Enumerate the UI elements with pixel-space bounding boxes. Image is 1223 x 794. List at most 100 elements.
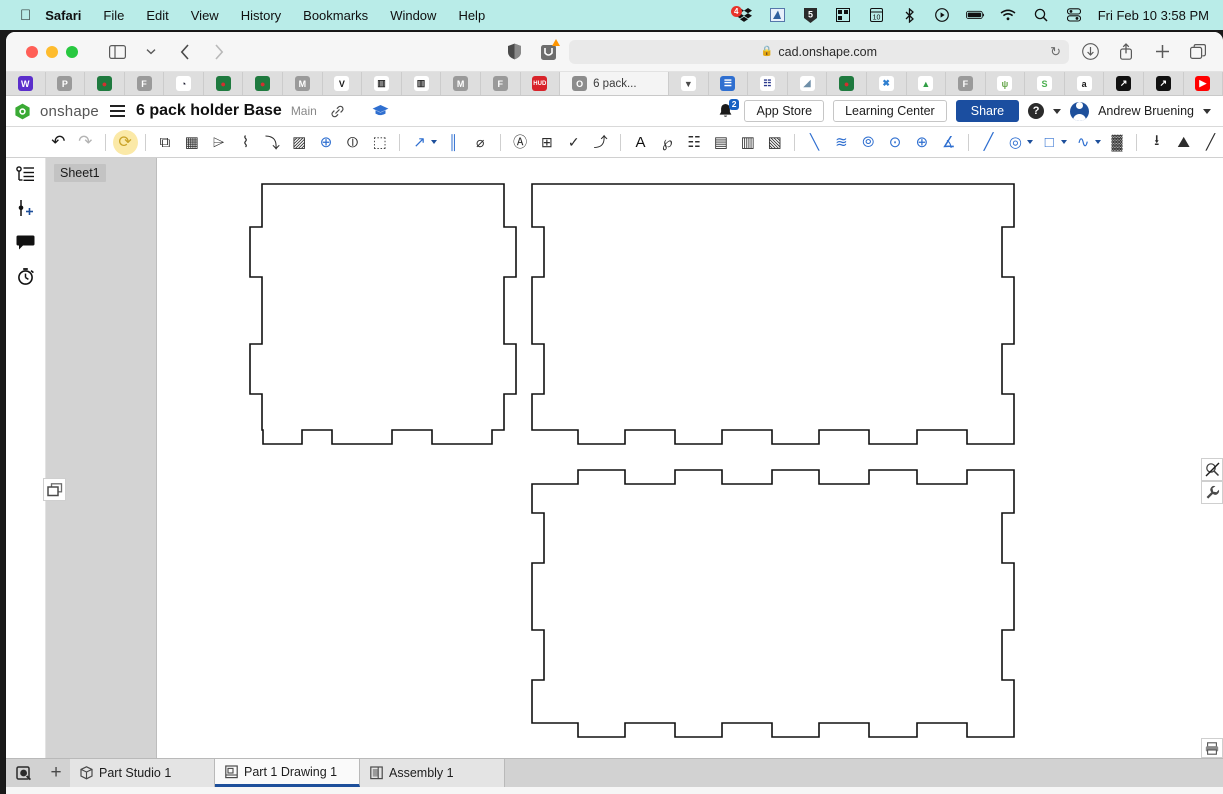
download-icon[interactable] — [1077, 40, 1103, 64]
ordinate-dimension-icon[interactable]: ║ — [441, 130, 466, 155]
menu-item-edit[interactable]: Edit — [146, 8, 168, 23]
weld-symbol-icon[interactable]: ⤴ — [588, 130, 613, 155]
link-icon[interactable] — [330, 104, 345, 119]
help-chevron-down-icon[interactable] — [1053, 108, 1062, 114]
menu-item-view[interactable]: View — [191, 8, 219, 23]
zoom-window-button[interactable] — [66, 45, 78, 58]
hatch-tool-icon[interactable]: ▓ — [1105, 130, 1130, 155]
projected-view-icon[interactable]: ▨ — [287, 130, 312, 155]
minimize-window-button[interactable] — [46, 45, 58, 58]
tab-pinned-1[interactable]: W — [6, 72, 46, 95]
tab-search-icon[interactable] — [6, 759, 42, 787]
drawing-sheet[interactable] — [157, 158, 1221, 758]
tab-pinned-6[interactable]: ● — [204, 72, 244, 95]
hole-table-icon[interactable]: ▧ — [762, 130, 787, 155]
document-tab-1[interactable]: Part Studio 1 — [70, 759, 215, 787]
snap-disabled-icon[interactable] — [1201, 458, 1223, 481]
point-icon[interactable]: ⊕ — [909, 130, 934, 155]
chevron-down-icon[interactable] — [1026, 140, 1033, 144]
app-store-button[interactable]: App Store — [744, 100, 825, 122]
drawing-view-side-panel[interactable] — [531, 183, 1015, 445]
centermark-icon[interactable]: ≋ — [829, 130, 854, 155]
tab-pinned-8[interactable]: M — [283, 72, 323, 95]
tab-pinned-27[interactable]: ↗ — [1144, 72, 1184, 95]
user-avatar[interactable] — [1070, 101, 1090, 121]
share-icon[interactable] — [1113, 40, 1139, 64]
drawing-properties-wrench-icon[interactable] — [1201, 481, 1223, 504]
menu-item-safari[interactable]: Safari — [45, 8, 81, 23]
surface-finish-icon[interactable]: Ⓐ — [508, 130, 533, 155]
share-button[interactable]: Share — [955, 100, 1020, 122]
help-icon[interactable]: ? — [1028, 103, 1045, 119]
battery-icon[interactable] — [965, 7, 985, 24]
tab-pinned-11[interactable]: ▥ — [402, 72, 442, 95]
tab-pinned-12[interactable]: M — [441, 72, 481, 95]
chevron-down-icon[interactable] — [430, 140, 437, 144]
break-out-icon[interactable]: ⬚ — [367, 130, 392, 155]
crop-view-icon[interactable]: ⤵ — [260, 130, 285, 155]
bluetooth-icon[interactable] — [900, 7, 919, 24]
user-name-label[interactable]: Andrew Bruening — [1098, 104, 1194, 118]
calendar-icon[interactable]: 10 — [867, 7, 886, 24]
chevron-down-icon[interactable] — [1094, 140, 1101, 144]
centerline-icon[interactable]: ╲ — [802, 130, 827, 155]
sidebar-toggle-icon[interactable] — [104, 40, 130, 64]
onshape-logo-icon[interactable] — [14, 103, 31, 120]
tab-pinned-4[interactable]: F — [125, 72, 165, 95]
tab-pinned-22[interactable]: F — [946, 72, 986, 95]
menu-item-file[interactable]: File — [103, 8, 124, 23]
chevron-down-icon[interactable] — [1060, 140, 1067, 144]
note-icon[interactable]: A — [628, 130, 653, 155]
revision-table-icon[interactable]: ▥ — [735, 130, 760, 155]
format-painter-icon[interactable]: ╱ — [1198, 130, 1223, 155]
tab-pinned-13[interactable]: F — [481, 72, 521, 95]
menu-item-window[interactable]: Window — [390, 8, 436, 23]
spotlight-search-icon[interactable] — [1032, 7, 1051, 24]
update-views-icon[interactable]: ⟳ — [112, 129, 138, 155]
tab-pinned-28[interactable]: ▶ — [1184, 72, 1223, 95]
back-arrow-icon[interactable] — [172, 40, 198, 64]
ublock-extension-icon[interactable] — [535, 38, 561, 64]
tab-pinned-26[interactable]: ↗ — [1104, 72, 1144, 95]
undo-icon[interactable]: ↶ — [46, 130, 71, 155]
broken-view-icon[interactable]: ⌇ — [233, 130, 258, 155]
tab-pinned-25[interactable]: a — [1065, 72, 1105, 95]
center-of-mass-icon[interactable]: ⊙ — [883, 130, 908, 155]
apple-menu-icon[interactable]:  — [20, 8, 31, 23]
wifi-icon[interactable] — [999, 7, 1018, 24]
document-tab-2[interactable]: Part 1 Drawing 1 — [215, 759, 360, 787]
forward-arrow-icon[interactable] — [206, 40, 232, 64]
history-icon[interactable] — [14, 264, 38, 288]
new-tab-plus-icon[interactable] — [1149, 40, 1175, 64]
sidebar-chevron-down-icon[interactable] — [138, 40, 164, 64]
dimension-icon[interactable]: ↗ — [407, 130, 432, 155]
redo-icon[interactable]: ↷ — [73, 130, 98, 155]
section-view-icon[interactable]: ▦ — [179, 130, 204, 155]
rectangle-tool-icon[interactable]: □ — [1037, 130, 1062, 155]
drawing-view-bottom-panel[interactable] — [531, 469, 1015, 738]
add-tab-icon[interactable]: + — [42, 759, 70, 787]
bend-line-icon[interactable]: ⦾ — [856, 130, 881, 155]
balloon-icon[interactable]: ℘ — [655, 130, 680, 155]
tab-pinned-10[interactable]: ▥ — [362, 72, 402, 95]
tab-overview-icon[interactable] — [1185, 40, 1211, 64]
tab-pinned-14[interactable]: HUD — [521, 72, 561, 95]
feature-control-frame-icon[interactable]: ⊞ — [535, 130, 560, 155]
dropbox-icon[interactable]: 4 — [730, 5, 754, 24]
menu-item-help[interactable]: Help — [458, 8, 485, 23]
learning-center-button[interactable]: Learning Center — [833, 100, 947, 122]
close-window-button[interactable] — [26, 45, 38, 58]
tab-pinned-16[interactable]: ☰ — [709, 72, 749, 95]
user-chevron-down-icon[interactable] — [1203, 108, 1211, 114]
tab-pinned-21[interactable]: ▲ — [907, 72, 947, 95]
reload-icon[interactable]: ↻ — [1050, 44, 1061, 60]
kite-icon[interactable] — [768, 7, 787, 24]
comments-icon[interactable] — [14, 230, 38, 254]
datum-icon[interactable]: ✓ — [561, 130, 586, 155]
table-icon[interactable]: ☷ — [682, 130, 707, 155]
tab-pinned-15[interactable]: ▼ — [669, 72, 709, 95]
address-bar[interactable]: 🔒 cad.onshape.com ↻ — [569, 39, 1069, 64]
grid-app-icon[interactable] — [834, 7, 853, 24]
circle-tool-icon[interactable]: ◎ — [1003, 130, 1028, 155]
bom-table-icon[interactable]: ▤ — [709, 130, 734, 155]
